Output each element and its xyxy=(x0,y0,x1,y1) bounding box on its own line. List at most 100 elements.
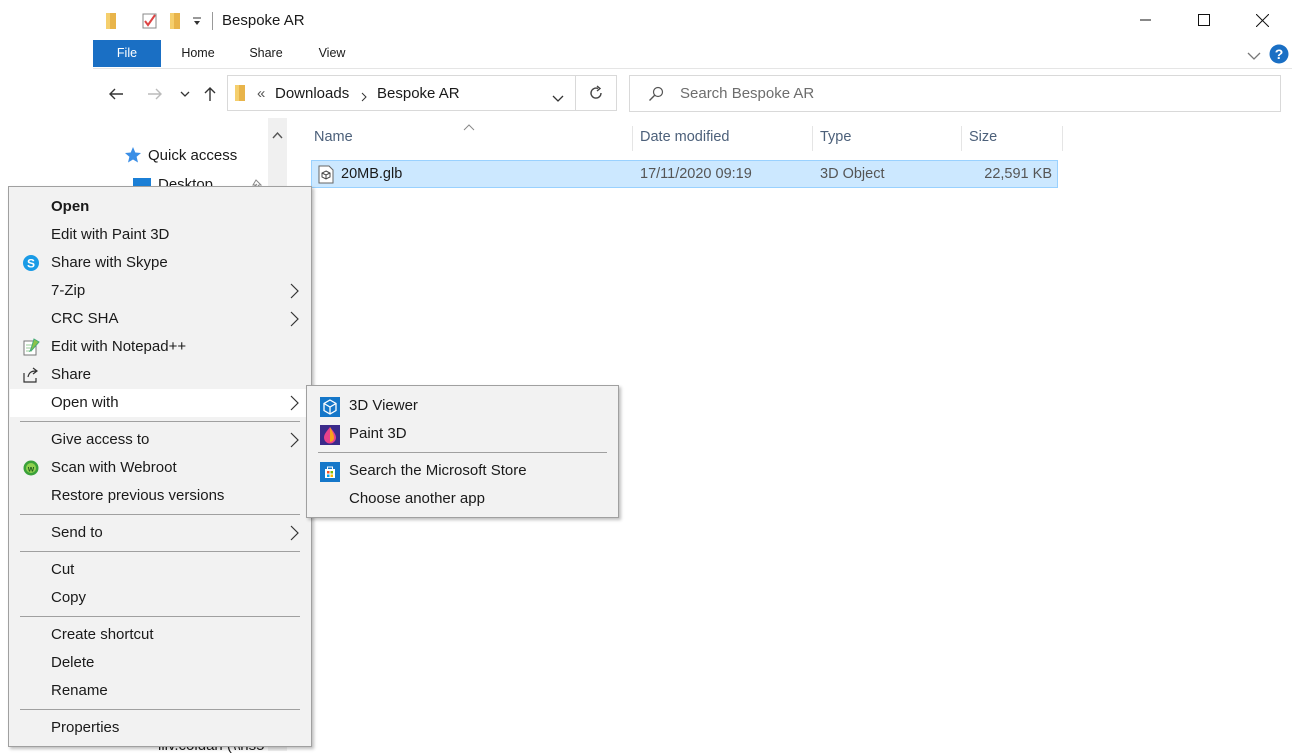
folder-icon xyxy=(104,12,118,33)
menu-item-label: Edit with Paint 3D xyxy=(51,226,170,243)
context-menu: Open Edit with Paint 3D S Share with Sky… xyxy=(8,186,312,747)
menu-item-label: Properties xyxy=(51,719,120,736)
window-title: Bespoke AR xyxy=(222,12,305,29)
menu-item-share[interactable]: Share xyxy=(10,361,310,389)
menu-item-cut[interactable]: Cut xyxy=(10,556,310,584)
menu-item-label: Create shortcut xyxy=(51,626,154,643)
chevron-right-icon xyxy=(288,311,300,327)
title-bar: Bespoke AR xyxy=(0,0,1292,40)
menu-item-label: Share xyxy=(51,366,92,383)
menu-item-share-with-skype[interactable]: S Share with Skype xyxy=(10,249,310,277)
menu-item-label: Copy xyxy=(51,589,87,606)
tab-view[interactable]: View xyxy=(305,40,359,67)
menu-item-give-access-to[interactable]: Give access to xyxy=(10,426,310,454)
3d-viewer-icon xyxy=(320,397,340,417)
file-name: 20MB.glb xyxy=(341,166,403,182)
svg-text:w: w xyxy=(27,465,35,474)
menu-item-properties[interactable]: Properties xyxy=(10,714,310,742)
menu-item-send-to[interactable]: Send to xyxy=(10,519,310,547)
column-header-type[interactable]: Type xyxy=(814,126,962,151)
help-icon[interactable]: ? xyxy=(1269,44,1289,67)
chevron-right-icon xyxy=(288,395,300,411)
menu-separator xyxy=(20,616,300,617)
menu-separator xyxy=(20,514,300,515)
menu-item-edit-with-notepad-plus-plus[interactable]: Edit with Notepad++ xyxy=(10,333,310,361)
forward-button[interactable] xyxy=(143,80,167,108)
menu-item-label: Open with xyxy=(51,394,119,411)
customize-toolbar-icon[interactable] xyxy=(192,15,202,31)
scroll-up-icon[interactable] xyxy=(272,126,283,142)
svg-text:?: ? xyxy=(1275,46,1284,62)
open-with-submenu: 3D Viewer Paint 3D Search the Microsoft … xyxy=(306,385,619,518)
chevron-right-icon xyxy=(288,283,300,299)
menu-item-label: Give access to xyxy=(51,431,150,448)
minimize-button[interactable] xyxy=(1117,0,1175,40)
tab-file[interactable]: File xyxy=(93,40,161,67)
menu-item-paint-3d[interactable]: Paint 3D xyxy=(308,420,617,448)
address-bar[interactable]: « Downloads Bespoke AR xyxy=(227,75,576,111)
menu-separator xyxy=(20,709,300,710)
3d-object-file-icon xyxy=(318,165,334,187)
recent-locations-button[interactable] xyxy=(176,80,194,108)
tab-share[interactable]: Share xyxy=(239,40,293,67)
paint-3d-icon xyxy=(320,425,340,445)
menu-item-7-zip[interactable]: 7-Zip xyxy=(10,277,310,305)
menu-item-label: Open xyxy=(51,198,90,215)
search-input[interactable]: Search Bespoke AR xyxy=(680,85,814,102)
file-size: 22,591 KB xyxy=(984,166,1052,182)
notepad-plus-plus-icon xyxy=(22,338,40,356)
menu-item-crc-sha[interactable]: CRC SHA xyxy=(10,305,310,333)
menu-item-label: CRC SHA xyxy=(51,310,119,327)
menu-item-create-shortcut[interactable]: Create shortcut xyxy=(10,621,310,649)
file-date-modified: 17/11/2020 09:19 xyxy=(640,166,752,182)
chevron-right-icon[interactable] xyxy=(361,89,367,105)
up-button[interactable] xyxy=(199,80,221,108)
refresh-button[interactable] xyxy=(576,75,617,111)
column-header-date-modified[interactable]: Date modified xyxy=(634,126,813,151)
menu-item-scan-with-webroot[interactable]: w Scan with Webroot xyxy=(10,454,310,482)
tab-home[interactable]: Home xyxy=(171,40,225,67)
new-folder-icon[interactable] xyxy=(168,12,182,33)
menu-item-label: Search the Microsoft Store xyxy=(349,462,527,479)
menu-item-label: 3D Viewer xyxy=(349,397,418,414)
column-header-size[interactable]: Size xyxy=(963,126,1063,151)
menu-item-label: Edit with Notepad++ xyxy=(51,338,187,355)
microsoft-store-icon xyxy=(320,462,340,482)
menu-item-label: 7-Zip xyxy=(51,282,86,299)
menu-item-search-microsoft-store[interactable]: Search the Microsoft Store xyxy=(308,457,617,485)
chevron-right-icon xyxy=(288,525,300,541)
menu-item-rename[interactable]: Rename xyxy=(10,677,310,705)
close-button[interactable] xyxy=(1233,0,1291,40)
skype-icon: S xyxy=(22,254,40,272)
ribbon-tabs: File Home Share View ? xyxy=(93,40,1292,69)
column-header-name[interactable]: Name xyxy=(308,126,633,151)
properties-checkbox-icon[interactable] xyxy=(142,12,158,33)
breadcrumb-bespoke-ar[interactable]: Bespoke AR xyxy=(377,85,460,102)
search-icon xyxy=(648,86,664,105)
file-row[interactable]: 20MB.glb 17/11/2020 09:19 3D Object 22,5… xyxy=(311,160,1058,188)
expand-ribbon-icon[interactable] xyxy=(1247,48,1261,64)
file-type: 3D Object xyxy=(820,166,885,182)
menu-item-open-with[interactable]: Open with xyxy=(10,389,310,417)
search-box[interactable]: Search Bespoke AR xyxy=(629,75,1281,112)
menu-item-choose-another-app[interactable]: Choose another app xyxy=(308,485,617,513)
menu-item-label: Share with Skype xyxy=(51,254,168,271)
address-dropdown-icon[interactable] xyxy=(552,90,564,106)
maximize-button[interactable] xyxy=(1175,0,1233,40)
menu-item-open[interactable]: Open xyxy=(10,193,310,221)
back-button[interactable] xyxy=(104,80,128,108)
menu-item-edit-with-paint-3d[interactable]: Edit with Paint 3D xyxy=(10,221,310,249)
title-separator xyxy=(212,12,213,30)
menu-item-label: Cut xyxy=(51,561,75,578)
menu-item-delete[interactable]: Delete xyxy=(10,649,310,677)
breadcrumb-downloads[interactable]: Downloads xyxy=(275,85,349,102)
breadcrumb-overflow[interactable]: « xyxy=(257,85,265,102)
menu-item-label: Paint 3D xyxy=(349,425,407,442)
menu-separator xyxy=(20,421,300,422)
nav-item-quick-access[interactable]: Quick access xyxy=(148,147,237,164)
menu-item-restore-previous-versions[interactable]: Restore previous versions xyxy=(10,482,310,510)
menu-item-label: Delete xyxy=(51,654,95,671)
menu-item-3d-viewer[interactable]: 3D Viewer xyxy=(308,392,617,420)
folder-icon xyxy=(233,84,247,105)
menu-item-copy[interactable]: Copy xyxy=(10,584,310,612)
